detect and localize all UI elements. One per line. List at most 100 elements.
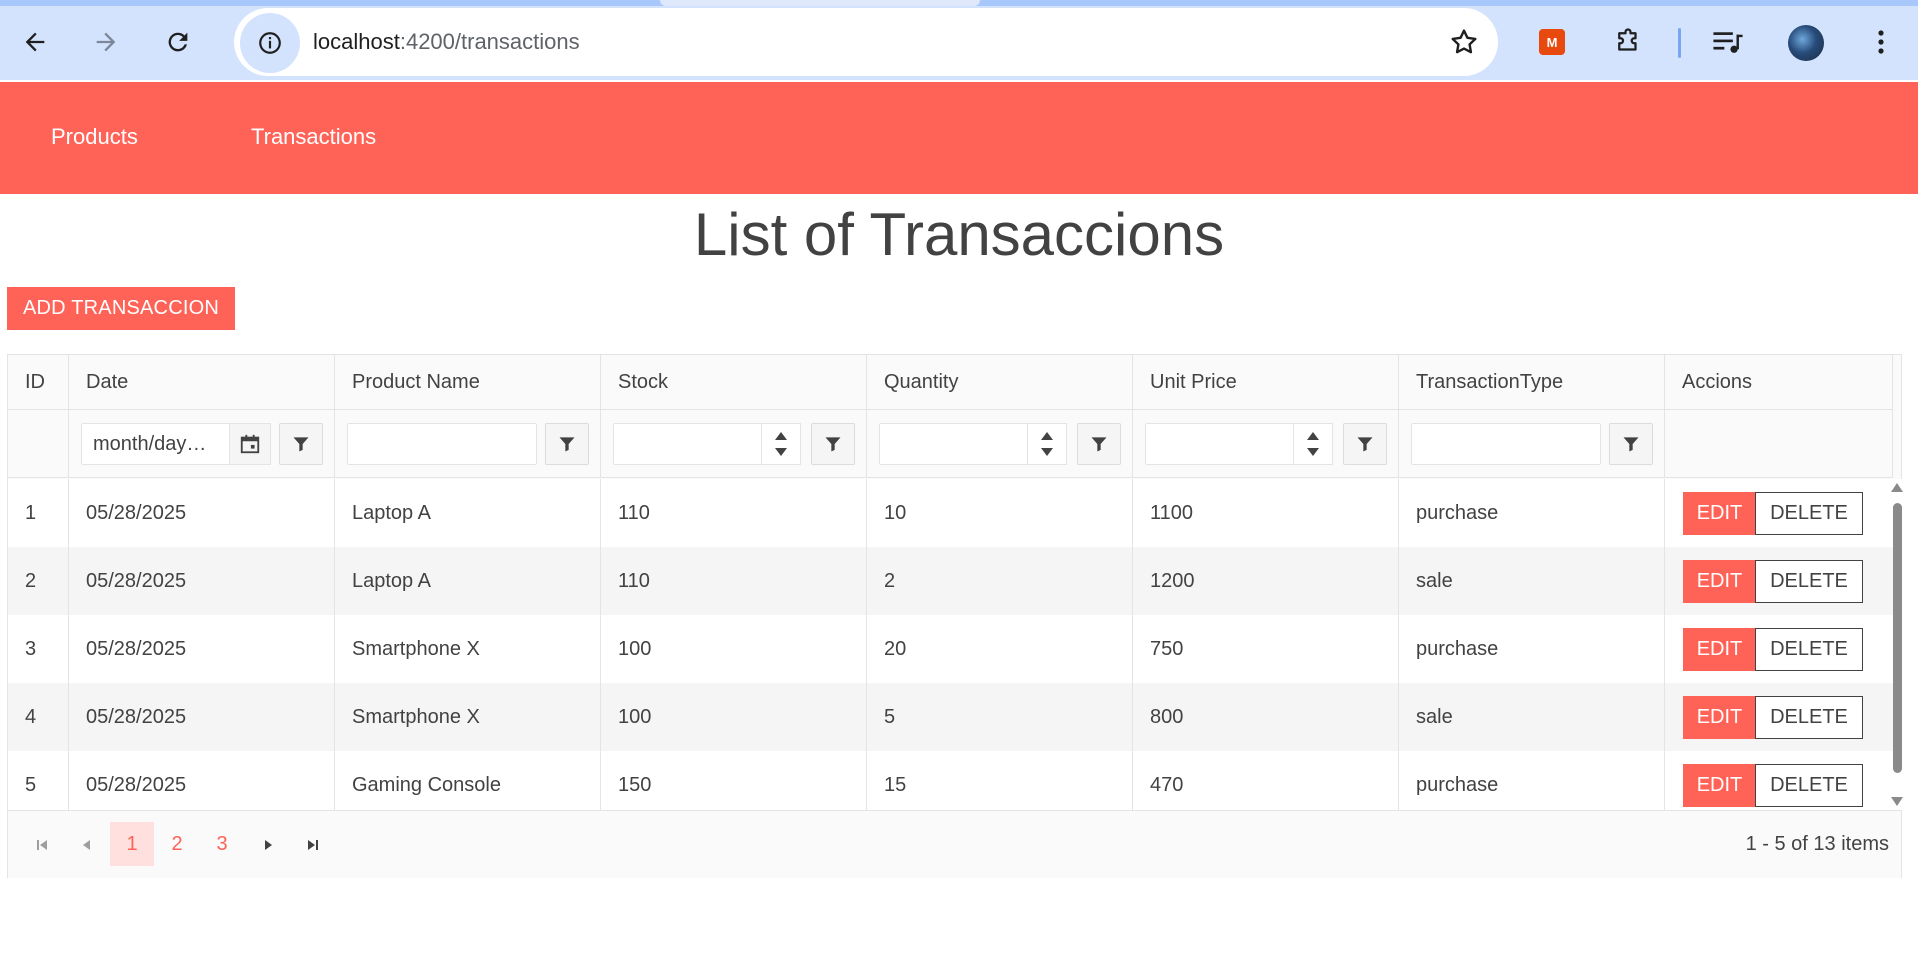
stock-filter-input[interactable] — [613, 423, 763, 465]
scrollbar-thumb[interactable] — [1893, 503, 1902, 773]
column-header-date[interactable]: Date — [69, 355, 335, 410]
page-1-button[interactable]: 1 — [110, 822, 154, 866]
filter-icon — [1623, 437, 1639, 452]
table-row: 4 05/28/2025 Smartphone X 100 5 800 sale… — [8, 683, 1893, 751]
delete-button[interactable]: DELETE — [1755, 492, 1863, 535]
browser-menu-button[interactable] — [1864, 24, 1898, 60]
cell-product-name: Laptop A — [335, 479, 601, 547]
cell-unit-price: 470 — [1133, 751, 1399, 810]
nav-products-link[interactable]: Products — [51, 124, 138, 150]
unit-price-spinner[interactable] — [1293, 423, 1333, 465]
arrow-left-icon — [25, 32, 45, 52]
cell-quantity: 20 — [867, 615, 1133, 683]
scroll-up-arrow-icon[interactable] — [1891, 483, 1903, 492]
column-header-id[interactable]: ID — [8, 355, 69, 410]
column-header-stock[interactable]: Stock — [601, 355, 867, 410]
product-name-filter-button[interactable] — [545, 423, 589, 465]
cell-date: 05/28/2025 — [69, 683, 335, 751]
extension-m-button[interactable]: M — [1534, 24, 1570, 60]
back-button[interactable] — [13, 20, 57, 64]
edit-button[interactable]: EDIT — [1683, 560, 1756, 603]
date-picker-button[interactable] — [229, 423, 271, 465]
cell-product-name: Smartphone X — [335, 615, 601, 683]
tab-strip — [0, 0, 1918, 6]
filter-cell-transaction-type — [1399, 410, 1665, 478]
profile-avatar[interactable] — [1788, 25, 1824, 61]
prev-page-button[interactable] — [75, 833, 99, 857]
edit-button[interactable]: EDIT — [1683, 628, 1756, 671]
cell-product-name: Smartphone X — [335, 683, 601, 751]
grid-scrollbar[interactable] — [1891, 479, 1903, 810]
filter-cell-unit-price — [1133, 410, 1399, 478]
filter-icon — [293, 437, 309, 452]
filter-cell-stock — [601, 410, 867, 478]
url-text[interactable]: localhost:4200/transactions — [313, 29, 580, 55]
stock-filter-button[interactable] — [811, 423, 855, 465]
edit-button[interactable]: EDIT — [1683, 764, 1756, 807]
delete-button[interactable]: DELETE — [1755, 696, 1863, 739]
page-2-button[interactable]: 2 — [155, 822, 199, 866]
cell-transaction-type: sale — [1399, 683, 1665, 751]
edit-button[interactable]: EDIT — [1683, 696, 1756, 739]
cell-stock: 100 — [601, 683, 867, 751]
unit-price-filter-input[interactable] — [1145, 423, 1295, 465]
cell-quantity: 15 — [867, 751, 1133, 810]
quantity-filter-input[interactable] — [879, 423, 1029, 465]
column-header-unit-price[interactable]: Unit Price — [1133, 355, 1399, 410]
first-page-button[interactable] — [30, 833, 54, 857]
product-name-filter-input[interactable] — [347, 423, 537, 465]
spin-up-icon[interactable] — [1307, 432, 1319, 440]
forward-button[interactable] — [84, 20, 128, 64]
cell-unit-price: 750 — [1133, 615, 1399, 683]
date-filter-input[interactable]: month/day… — [81, 423, 231, 465]
cell-quantity: 2 — [867, 547, 1133, 615]
stock-spinner[interactable] — [761, 423, 801, 465]
site-info-button[interactable] — [240, 13, 300, 73]
scroll-down-arrow-icon[interactable] — [1891, 797, 1903, 806]
table-row: 5 05/28/2025 Gaming Console 150 15 470 p… — [8, 751, 1893, 810]
spin-up-icon[interactable] — [1041, 432, 1053, 440]
bookmark-star-icon[interactable] — [1448, 26, 1480, 58]
spin-down-icon[interactable] — [1307, 448, 1319, 456]
delete-button[interactable]: DELETE — [1755, 628, 1863, 671]
date-filter-button[interactable] — [279, 423, 323, 465]
calendar-icon — [240, 434, 260, 454]
filter-cell-id — [8, 410, 69, 478]
cell-unit-price: 1200 — [1133, 547, 1399, 615]
grid-pager: 1 2 3 1 - 5 of 13 items — [8, 810, 1901, 878]
add-transaction-button[interactable]: ADD TRANSACCION — [7, 287, 235, 330]
quantity-spinner[interactable] — [1027, 423, 1067, 465]
extensions-button[interactable] — [1610, 24, 1646, 60]
column-header-quantity[interactable]: Quantity — [867, 355, 1133, 410]
unit-price-filter-button[interactable] — [1343, 423, 1387, 465]
spin-up-icon[interactable] — [775, 432, 787, 440]
cell-unit-price: 800 — [1133, 683, 1399, 751]
transaction-type-filter-button[interactable] — [1609, 423, 1653, 465]
grid-body: 1 05/28/2025 Laptop A 110 10 1100 purcha… — [8, 479, 1893, 810]
media-queue-button[interactable] — [1710, 24, 1746, 60]
column-header-product-name[interactable]: Product Name — [335, 355, 601, 410]
next-page-button[interactable] — [256, 833, 280, 857]
cell-quantity: 10 — [867, 479, 1133, 547]
spin-down-icon[interactable] — [775, 448, 787, 456]
transaction-type-filter-input[interactable] — [1411, 423, 1601, 465]
page-3-button[interactable]: 3 — [200, 822, 244, 866]
last-page-button[interactable] — [301, 833, 325, 857]
cell-stock: 110 — [601, 479, 867, 547]
cell-stock: 100 — [601, 615, 867, 683]
nav-transactions-link[interactable]: Transactions — [251, 124, 376, 150]
cell-id: 1 — [8, 479, 69, 547]
grid-filter-row: month/day… — [8, 410, 1893, 478]
spin-down-icon[interactable] — [1041, 448, 1053, 456]
extension-m-icon: M — [1539, 29, 1565, 55]
quantity-filter-button[interactable] — [1077, 423, 1121, 465]
cell-id: 2 — [8, 547, 69, 615]
cell-stock: 110 — [601, 547, 867, 615]
delete-button[interactable]: DELETE — [1755, 764, 1863, 807]
cell-date: 05/28/2025 — [69, 615, 335, 683]
edit-button[interactable]: EDIT — [1683, 492, 1756, 535]
column-header-transaction-type[interactable]: TransactionType — [1399, 355, 1665, 410]
reload-button[interactable] — [156, 20, 200, 64]
delete-button[interactable]: DELETE — [1755, 560, 1863, 603]
active-tab-hint[interactable] — [660, 0, 980, 6]
